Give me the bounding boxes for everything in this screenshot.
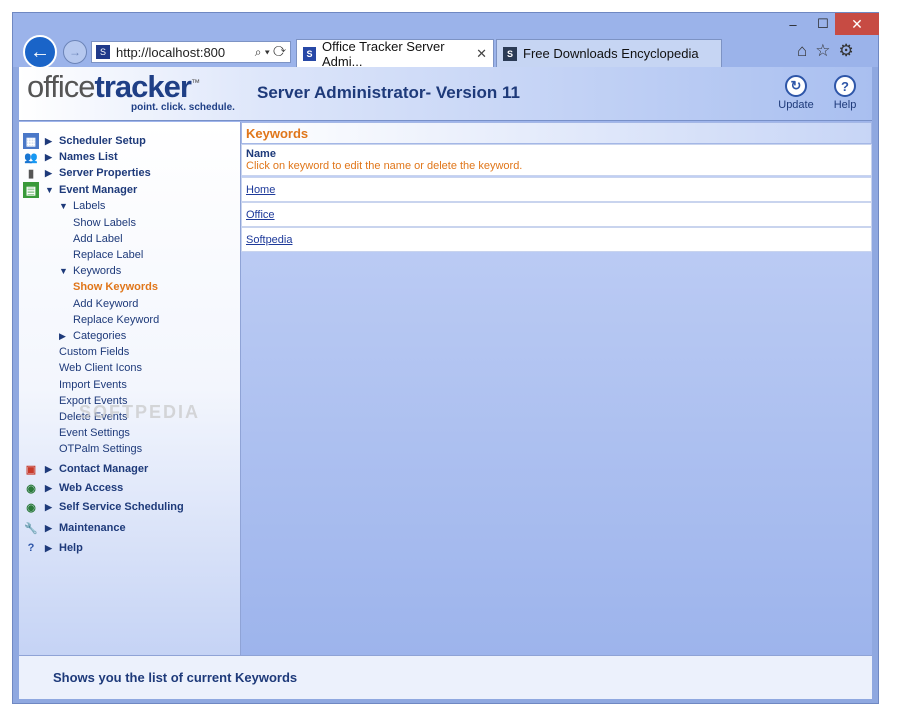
app-header: officetracker™ point. click. schedule. S… <box>19 67 872 121</box>
officetracker-logo: officetracker™ point. click. schedule. <box>27 69 235 113</box>
sidebar-item-contact-manager[interactable]: ▣ ▶ Contact Manager <box>23 461 148 477</box>
table-row: Office <box>241 202 872 227</box>
site-favicon-icon: S <box>96 45 110 59</box>
sidebar-item-scheduler-setup[interactable]: ▦ ▶ Scheduler Setup <box>23 133 146 149</box>
address-bar[interactable]: S http://localhost:800 ⌕ ▾ ⟳ <box>91 41 291 63</box>
expand-arrow-icon: ▶ <box>45 167 52 178</box>
page-content: officetracker™ point. click. schedule. S… <box>19 67 872 699</box>
tab-label: Office Tracker Server Admi... <box>322 38 445 69</box>
column-description: Click on keyword to edit the name or del… <box>246 160 523 172</box>
sidebar-item-otpalm-settings[interactable]: OTPalm Settings <box>59 441 142 457</box>
maximize-button[interactable]: ☐ <box>808 13 838 35</box>
sidebar-nav: ▦ ▶ Scheduler Setup 👥 ▶ Names List ▮ ▶ S… <box>19 122 241 656</box>
logo-tagline: point. click. schedule. <box>131 102 235 113</box>
status-bar: Shows you the list of current Keywords <box>19 655 872 699</box>
table-row: Softpedia <box>241 227 872 252</box>
address-tools-icon[interactable]: ⌕ ▾ ⟳ <box>255 45 286 60</box>
sidebar-item-categories[interactable]: ▶ Categories <box>59 328 126 344</box>
sidebar-item-names-list[interactable]: 👥 ▶ Names List <box>23 149 118 165</box>
globe-user-icon: ◉ <box>26 501 36 514</box>
sidebar-item-show-labels[interactable]: Show Labels <box>73 215 136 231</box>
keyword-link-softpedia[interactable]: Softpedia <box>246 234 292 246</box>
help-button[interactable]: ? Help <box>825 75 865 111</box>
column-name-header: Name <box>246 148 276 160</box>
page-title: Server Administrator- Version 11 <box>257 83 520 102</box>
sidebar-item-web-client-icons[interactable]: Web Client Icons <box>59 360 142 376</box>
table-header: Name Click on keyword to edit the name o… <box>241 144 872 176</box>
refresh-icon: ↻ <box>785 75 807 97</box>
office-tracker-favicon-icon: S <box>303 46 316 61</box>
sidebar-item-self-service-scheduling[interactable]: ◉ ▶ Self Service Scheduling <box>23 499 184 515</box>
sidebar-item-labels[interactable]: ▼ Labels <box>59 198 105 214</box>
arrow-right-icon: → <box>69 45 81 59</box>
expand-arrow-icon: ▶ <box>45 135 52 146</box>
help-circle-icon: ? <box>27 542 35 554</box>
question-icon: ? <box>834 75 856 97</box>
contact-card-icon: ▣ <box>25 463 37 476</box>
event-calendar-icon: ▤ <box>23 182 39 198</box>
wrench-icon: 🔧 <box>24 522 38 535</box>
collapse-arrow-icon: ▼ <box>45 185 54 195</box>
sidebar-item-event-manager[interactable]: ▤ ▼ Event Manager <box>23 182 137 198</box>
sidebar-item-keywords[interactable]: ▼ Keywords <box>59 263 121 279</box>
softpedia-watermark: SOFTPEDIA <box>79 402 201 422</box>
minimize-button[interactable]: – <box>778 13 808 35</box>
title-bar: – ☐ ✕ ← → S http://localhost:800 ⌕ ▾ ⟳ S… <box>13 13 879 69</box>
keyword-link-office[interactable]: Office <box>246 209 275 221</box>
sidebar-item-replace-label[interactable]: Replace Label <box>73 247 143 263</box>
people-icon: 👥 <box>24 151 38 164</box>
close-tab-icon[interactable]: ✕ <box>476 46 487 62</box>
browser-toolbar: ⌂ ☆ ⚙ <box>797 41 854 61</box>
status-text: Shows you the list of current Keywords <box>53 670 298 685</box>
sidebar-item-import-events[interactable]: Import Events <box>59 377 127 393</box>
sidebar-item-maintenance[interactable]: 🔧 ▶ Maintenance <box>23 520 126 536</box>
softpedia-favicon-icon: S <box>503 46 517 61</box>
sidebar-item-event-settings[interactable]: Event Settings <box>59 425 130 441</box>
browser-window: – ☐ ✕ ← → S http://localhost:800 ⌕ ▾ ⟳ S… <box>12 12 879 704</box>
tab-label: Free Downloads Encyclopedia <box>523 46 699 61</box>
sidebar-item-add-label[interactable]: Add Label <box>73 231 123 247</box>
home-icon[interactable]: ⌂ <box>797 41 807 61</box>
expand-arrow-icon: ▶ <box>59 330 66 341</box>
update-button[interactable]: ↻ Update <box>776 75 816 111</box>
globe-icon: ◉ <box>26 482 36 495</box>
settings-gear-icon[interactable]: ⚙ <box>839 41 854 61</box>
url-text: http://localhost:800 <box>116 44 226 60</box>
keyword-link-home[interactable]: Home <box>246 184 275 196</box>
arrow-left-icon: ← <box>30 40 50 63</box>
table-row: Home <box>241 177 872 202</box>
sidebar-item-server-properties[interactable]: ▮ ▶ Server Properties <box>23 165 151 181</box>
collapse-arrow-icon: ▼ <box>59 201 68 211</box>
close-button[interactable]: ✕ <box>835 13 879 35</box>
expand-arrow-icon: ▶ <box>45 501 52 512</box>
panel-title: Keywords <box>241 122 872 144</box>
calendar-grid-icon: ▦ <box>23 133 39 149</box>
sidebar-item-web-access[interactable]: ◉ ▶ Web Access <box>23 480 123 496</box>
tab-free-downloads[interactable]: S Free Downloads Encyclopedia <box>496 39 722 67</box>
favorites-star-icon[interactable]: ☆ <box>815 41 830 61</box>
sidebar-item-add-keyword[interactable]: Add Keyword <box>73 296 138 312</box>
expand-arrow-icon: ▶ <box>45 463 52 474</box>
server-icon: ▮ <box>27 167 35 180</box>
sidebar-item-replace-keyword[interactable]: Replace Keyword <box>73 312 159 328</box>
forward-button[interactable]: → <box>63 40 87 64</box>
collapse-arrow-icon: ▼ <box>59 266 68 276</box>
main-panel: Keywords Name Click on keyword to edit t… <box>241 122 872 656</box>
tab-office-tracker[interactable]: S Office Tracker Server Admi... ✕ <box>296 38 494 69</box>
sidebar-item-custom-fields[interactable]: Custom Fields <box>59 344 129 360</box>
expand-arrow-icon: ▶ <box>45 522 52 533</box>
sidebar-item-show-keywords[interactable]: Show Keywords <box>73 279 158 295</box>
expand-arrow-icon: ▶ <box>45 151 52 162</box>
sidebar-item-help[interactable]: ? ▶ Help <box>23 540 83 556</box>
back-button[interactable]: ← <box>23 35 57 69</box>
expand-arrow-icon: ▶ <box>45 482 52 493</box>
expand-arrow-icon: ▶ <box>45 542 52 553</box>
